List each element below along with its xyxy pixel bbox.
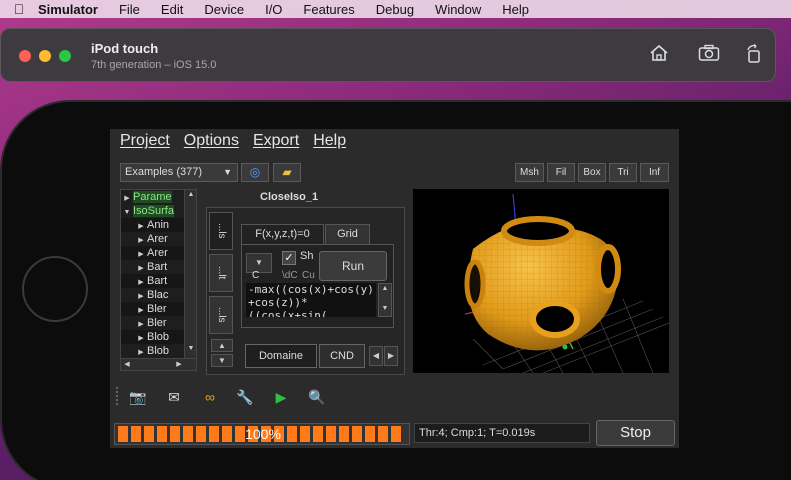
3d-viewport[interactable] <box>413 189 669 373</box>
expand-icon: ▶ <box>138 237 144 244</box>
tab-grid[interactable]: Grid <box>325 224 370 245</box>
cu-label: Cu <box>302 270 315 281</box>
editor-panel: ...ls ...lt ...ls ▲ ▼ F(x,y,z,t)=0 Grid … <box>206 207 405 375</box>
expand-icon: ▶ <box>138 251 144 258</box>
search-globe-icon: ◎ <box>249 165 261 179</box>
menu-options[interactable]: Options <box>184 132 239 150</box>
formula-editor[interactable]: -max((cos(x)+cos(y) +cos(z))*((cos(x+sin… <box>246 283 376 317</box>
run-button[interactable]: Run <box>319 251 387 281</box>
zoom-window-button[interactable] <box>59 50 71 62</box>
scroll-left-icon[interactable]: ◀ <box>121 360 133 368</box>
menu-app-help[interactable]: Help <box>313 132 346 150</box>
menu-project[interactable]: Project <box>120 132 170 150</box>
app-screen: Project Options Export Help Examples (37… <box>110 129 679 448</box>
glasses-icon[interactable]: ∞ <box>200 387 220 407</box>
search-button[interactable]: ◎ <box>241 163 269 182</box>
apple-icon[interactable]:  <box>0 1 38 17</box>
show-label: Sh <box>300 250 314 262</box>
expand-icon: ▶ <box>138 349 144 356</box>
tab-next-icon[interactable]: ▶ <box>384 346 398 366</box>
msh-button[interactable]: Msh <box>515 163 544 182</box>
close-window-button[interactable] <box>19 50 31 62</box>
show-checkbox[interactable]: ✓ <box>282 251 296 265</box>
examples-combo-value: Examples (377) <box>125 166 203 178</box>
tab-scroll-down-icon[interactable]: ▼ <box>211 354 233 367</box>
expand-icon: ▶ <box>138 321 144 328</box>
minimize-window-button[interactable] <box>39 50 51 62</box>
expand-icon: ▶ <box>138 307 144 314</box>
tab-formula[interactable]: F(x,y,z,t)=0 <box>241 224 324 245</box>
tri-button[interactable]: Tri <box>609 163 637 182</box>
tab-scroll-up-icon[interactable]: ▲ <box>211 339 233 352</box>
formula-scrollbar[interactable]: ▲ ▼ <box>378 283 392 317</box>
progress-label: 100% <box>245 426 281 442</box>
play-icon[interactable]: ▶ <box>271 387 291 407</box>
rotate-icon[interactable] <box>742 43 766 66</box>
menu-help[interactable]: Help <box>502 2 529 17</box>
scroll-up-icon[interactable]: ▲ <box>185 191 196 198</box>
folder-icon: ▰ <box>282 165 292 179</box>
bottom-toolbar: 📷 ✉ ∞ 🔧 ▶ 🔍 <box>110 381 679 411</box>
device-name: iPod touch <box>91 41 159 56</box>
c-label: C <box>252 270 260 281</box>
chevron-down-icon: ▼ <box>223 167 232 177</box>
dc-label: \dC <box>282 270 298 281</box>
home-icon[interactable] <box>647 44 671 66</box>
tree-horizontal-scrollbar[interactable]: ◀ ▶ <box>121 358 196 370</box>
examples-combo[interactable]: Examples (377) ▼ <box>120 163 238 182</box>
app-menubar: Project Options Export Help <box>110 129 350 153</box>
open-folder-button[interactable]: ▰ <box>273 163 301 182</box>
vertical-tab-3[interactable]: ...ls <box>209 296 233 334</box>
screenshot-icon[interactable] <box>697 44 721 66</box>
zoom-icon[interactable]: 🔍 <box>307 387 327 407</box>
expand-icon: ▶ <box>138 335 144 342</box>
expand-icon: ▶ <box>138 265 144 272</box>
vertical-tab-1[interactable]: ...ls <box>209 212 233 250</box>
menu-io[interactable]: I/O <box>265 2 282 17</box>
tree-vertical-scrollbar[interactable]: ▲ ▼ <box>184 190 196 360</box>
device-detail: 7th generation – iOS 15.0 <box>91 59 217 71</box>
tab-cnd[interactable]: CND <box>319 344 365 368</box>
scroll-right-icon[interactable]: ▶ <box>173 360 185 368</box>
menu-file[interactable]: File <box>119 2 140 17</box>
mac-menubar:  Simulator File Edit Device I/O Feature… <box>0 0 791 18</box>
isosurface-render <box>464 193 669 373</box>
camera-icon[interactable]: 📷 <box>128 387 148 407</box>
progress-bar: 100% <box>114 423 410 445</box>
examples-tree: ▶ Parame ▼ IsoSurfa ▶ Anin ▶ Arer ▶ Arer ▶ Bar… <box>120 189 197 371</box>
menu-window[interactable]: Window <box>435 2 481 17</box>
device-home-button[interactable] <box>22 256 88 322</box>
fil-button[interactable]: Fil <box>547 163 575 182</box>
menu-export[interactable]: Export <box>253 132 299 150</box>
vertical-tab-2[interactable]: ...lt <box>209 254 233 292</box>
tab-domaine[interactable]: Domaine <box>245 344 317 368</box>
menu-edit[interactable]: Edit <box>161 2 183 17</box>
formula-line: -max((cos(x)+cos(y) <box>248 283 374 296</box>
expand-icon: ▶ <box>124 195 130 202</box>
status-text: Thr:4; Cmp:1; T=0.019s <box>414 423 590 443</box>
simulator-titlebar: iPod touch 7th generation – iOS 15.0 <box>0 28 776 82</box>
formula-area: ▼ ✓ Sh C \dC Cu Run -max((cos(x)+cos(y) … <box>241 244 394 328</box>
panel-title: CloseIso_1 <box>260 191 319 203</box>
expand-icon: ▶ <box>138 293 144 300</box>
expand-icon: ▶ <box>138 223 144 230</box>
formula-line: +cos(z))*((cos(x+sin( <box>248 296 328 317</box>
tab-prev-icon[interactable]: ◀ <box>369 346 383 366</box>
menu-device[interactable]: Device <box>204 2 244 17</box>
menu-debug[interactable]: Debug <box>376 2 414 17</box>
box-button[interactable]: Box <box>578 163 606 182</box>
menu-simulator[interactable]: Simulator <box>38 2 98 17</box>
menu-features[interactable]: Features <box>303 2 354 17</box>
collapse-icon: ▼ <box>123 209 131 216</box>
scroll-down-icon[interactable]: ▼ <box>185 345 196 352</box>
expand-icon: ▶ <box>138 279 144 286</box>
wrench-icon[interactable]: 🔧 <box>235 387 255 407</box>
inf-button[interactable]: Inf <box>640 163 669 182</box>
toolbar-grip <box>116 387 119 405</box>
paste-icon[interactable]: ✉ <box>164 387 184 407</box>
stop-button[interactable]: Stop <box>596 420 675 446</box>
